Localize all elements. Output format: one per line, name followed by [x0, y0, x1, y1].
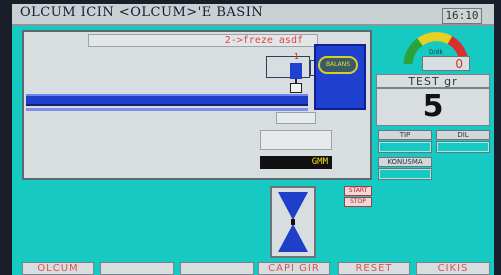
function-key-2[interactable] [100, 262, 174, 275]
dil-button[interactable]: DIL [436, 130, 490, 140]
window-title: OLCUM ICIN <OLCUM>'E BASIN [20, 5, 264, 20]
tip-value-field[interactable] [378, 141, 432, 153]
stop-button[interactable]: STOP [344, 197, 372, 207]
balance-label: BALANS [318, 56, 358, 74]
start-button[interactable]: START [344, 186, 372, 196]
cikis-button[interactable]: CIKIS [416, 262, 490, 275]
function-key-3[interactable] [180, 262, 254, 275]
gmm-readout: GMM [260, 156, 332, 169]
conveyor-belt [26, 94, 308, 106]
capi-gir-button[interactable]: CAPI GIR [258, 262, 330, 275]
dil-value-field[interactable] [436, 141, 490, 153]
press-clamp [290, 63, 302, 79]
clock-display: 16:10 [442, 8, 482, 24]
reset-button[interactable]: RESET [338, 262, 410, 275]
test-label: TEST gr [376, 74, 490, 88]
weighing-cup [290, 83, 302, 93]
hourglass-icon [278, 192, 308, 252]
konusma-value-field[interactable] [378, 168, 432, 180]
tip-button[interactable]: TIP [378, 130, 432, 140]
speed-value: 0 [422, 56, 470, 71]
konusma-button[interactable]: KONUSMA [378, 157, 432, 167]
press-frame [266, 56, 310, 78]
product-banner: 2->freze asdf [88, 34, 318, 47]
gauge-unit: D/dk [429, 49, 443, 56]
test-value[interactable]: 5 [376, 88, 490, 126]
conveyor-rail [26, 108, 308, 111]
hourglass-indicator [270, 186, 316, 258]
station-marker: 1 [294, 52, 300, 61]
olcum-button[interactable]: OLCUM [22, 262, 94, 275]
readout-field [260, 130, 332, 150]
small-readout-field [276, 112, 316, 124]
balance-unit [314, 44, 366, 110]
